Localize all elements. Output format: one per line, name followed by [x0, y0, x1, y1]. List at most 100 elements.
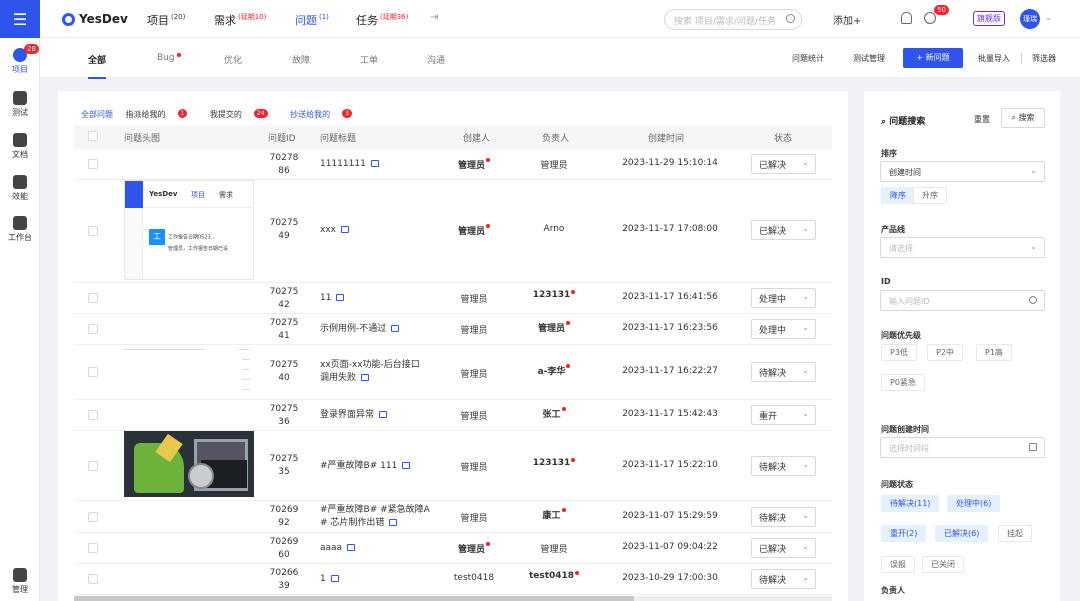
clock-icon[interactable]: [924, 12, 936, 24]
row-checkbox[interactable]: [88, 461, 98, 471]
issue-title[interactable]: xx页面-xx功能-后台接口 调用失败: [320, 359, 420, 385]
global-search-input[interactable]: 搜索 项目/需求/问题/任务: [664, 9, 802, 30]
nav-project[interactable]: 项目 (20): [147, 12, 185, 28]
status-select[interactable]: 待解决 ⌄: [751, 507, 816, 527]
scrollbar-thumb[interactable]: [74, 596, 634, 601]
table-row[interactable]: 70266 39 1 test0418 test0418 2023-10-29 1…: [74, 564, 832, 595]
issue-title[interactable]: xxx: [320, 224, 349, 237]
table-row[interactable]: YesDev 项目 需求 工工作报告日期0523... 管理员，工作报告日期已设 70…: [74, 180, 832, 283]
status-select[interactable]: 已解决 ⌄: [751, 538, 816, 558]
chevron-down-icon[interactable]: ⌄: [1045, 13, 1052, 22]
status-suspended[interactable]: 挂起: [998, 525, 1032, 542]
row-checkbox[interactable]: [88, 226, 98, 236]
nav-requirement[interactable]: 需求 (延期10): [214, 12, 266, 28]
tab-bug[interactable]: Bug: [157, 53, 181, 63]
status-select[interactable]: 处理中 ⌄: [751, 319, 816, 339]
row-checkbox[interactable]: [88, 159, 98, 169]
issue-thumbnail[interactable]: YesDev 项目 需求 工工作报告日期0523... 管理员，工作报告日期已设: [124, 180, 254, 280]
add-button[interactable]: 添加+: [833, 12, 861, 27]
tab-fault[interactable]: 故障: [292, 53, 310, 66]
menu-icon[interactable]: ☰: [0, 0, 40, 38]
test-management-button[interactable]: 测试管理: [853, 53, 885, 64]
status-resolved[interactable]: 已解决(6): [935, 525, 989, 542]
row-checkbox[interactable]: [88, 293, 98, 303]
rail-item-efficiency[interactable]: 效能: [0, 175, 40, 202]
export-icon[interactable]: ⇥: [430, 12, 438, 23]
horizontal-scrollbar[interactable]: [74, 596, 832, 601]
rail-item-test[interactable]: 测试: [0, 91, 40, 118]
issue-thumbnail[interactable]: [124, 345, 254, 393]
panel-search-button[interactable]: ⌕ 搜索: [1001, 108, 1045, 128]
issue-title[interactable]: #严重故障B# #紧急故障A # 芯片制作出错: [320, 504, 430, 530]
tab-optimize[interactable]: 优化: [224, 53, 242, 66]
rail-item-workbench[interactable]: 工作台: [0, 216, 40, 243]
row-checkbox[interactable]: [88, 574, 98, 584]
status-select[interactable]: 待解决 ⌄: [751, 569, 816, 589]
status-select[interactable]: 待解决 ⌄: [751, 362, 816, 382]
sort-select[interactable]: 创建时间 ⌄: [880, 161, 1045, 182]
product-select[interactable]: 请选择 ⌄: [880, 237, 1045, 258]
status-select[interactable]: 已解决 ⌄: [751, 154, 816, 174]
tab-all[interactable]: 全部: [88, 53, 107, 79]
priority-p0[interactable]: P0紧急: [881, 374, 925, 391]
status-pending[interactable]: 待解决(11): [881, 495, 940, 512]
status-select[interactable]: 已解决 ⌄: [751, 220, 816, 240]
row-checkbox[interactable]: [88, 324, 98, 334]
reset-button[interactable]: 重置: [974, 114, 990, 125]
issue-title[interactable]: 示例用例-不通过: [320, 323, 400, 336]
sort-desc-button[interactable]: 降序: [881, 187, 915, 204]
batch-import-button[interactable]: 批量导入: [978, 53, 1010, 64]
bell-icon[interactable]: [901, 12, 912, 24]
issue-title[interactable]: 1: [320, 573, 339, 586]
status-select[interactable]: 待解决 ⌄: [751, 456, 816, 476]
status-select[interactable]: 处理中 ⌄: [751, 288, 816, 308]
row-checkbox[interactable]: [88, 367, 98, 377]
id-input[interactable]: 输入问题ID: [880, 290, 1045, 311]
table-row[interactable]: 70275 41 示例用例-不通过 管理员 管理员 2023-11-17 16:2…: [74, 314, 832, 345]
issue-stats-button[interactable]: 问题统计: [792, 53, 824, 64]
table-row[interactable]: 70275 36 登录界面异常 管理员 张工 2023-11-17 15:42:4…: [74, 400, 832, 431]
row-checkbox[interactable]: [88, 410, 98, 420]
nav-task[interactable]: 任务 (延期36): [356, 12, 408, 28]
priority-p3[interactable]: P3低: [881, 344, 917, 361]
priority-p2[interactable]: P2中: [927, 344, 963, 361]
created-time-picker[interactable]: 选择时间段: [880, 437, 1045, 458]
status-closed[interactable]: 已关闭: [922, 556, 964, 573]
row-checkbox[interactable]: [88, 512, 98, 522]
filter-all[interactable]: 全部问题: [81, 110, 113, 119]
issue-title[interactable]: 11111111: [320, 158, 379, 171]
status-false-report[interactable]: 误报: [881, 556, 915, 573]
table-row[interactable]: 70278 86 11111111 管理员 管理员 2023-11-29 15:1…: [74, 149, 832, 180]
nav-issue[interactable]: 问题 (1): [295, 12, 329, 28]
status-select[interactable]: 重开 ⌄: [751, 405, 816, 425]
filter-submitted[interactable]: 我提交的 24: [210, 109, 278, 119]
table-row[interactable]: 70269 92 #严重故障B# #紧急故障A # 芯片制作出错 管理员 康工 20…: [74, 501, 832, 533]
tab-communication[interactable]: 沟通: [427, 53, 445, 66]
table-row[interactable]: 70275 42 11 管理员 123131 2023-11-17 16:41:5…: [74, 283, 832, 314]
select-all-checkbox[interactable]: [88, 131, 98, 141]
issue-title[interactable]: 登录界面异常: [320, 409, 388, 422]
issue-thumbnail[interactable]: [124, 431, 254, 497]
issue-title[interactable]: #严重故障B# 111: [320, 460, 411, 473]
avatar[interactable]: 瑾瑞: [1020, 9, 1040, 29]
priority-p1[interactable]: P1高: [976, 344, 1012, 361]
logo[interactable]: YesDev: [62, 12, 128, 26]
filter-button[interactable]: 筛选器: [1032, 53, 1056, 64]
row-checkbox[interactable]: [88, 543, 98, 553]
tab-ticket[interactable]: 工单: [360, 53, 378, 66]
column-header[interactable]: 创建时间: [648, 131, 684, 144]
table-row[interactable]: 70275 35 #严重故障B# 111 管理员 123131 2023-11-1…: [74, 431, 832, 501]
column-header[interactable]: 问题ID: [268, 131, 296, 144]
new-issue-button[interactable]: + 新问题: [903, 48, 963, 68]
sort-asc-button[interactable]: 升序: [913, 187, 947, 204]
table-row[interactable]: 70269 60 aaaa 管理员 管理员 2023-11-07 09:04:22…: [74, 533, 832, 564]
rail-item-admin[interactable]: 管理: [0, 568, 40, 595]
issue-title[interactable]: 11: [320, 292, 345, 305]
filter-assigned[interactable]: 指派给我的 1: [126, 109, 198, 119]
rail-item-project[interactable]: 28 项目: [0, 44, 40, 75]
status-processing[interactable]: 处理中(6): [947, 495, 1001, 512]
rail-item-docs[interactable]: 文档: [0, 133, 40, 160]
issue-title[interactable]: aaaa: [320, 542, 356, 555]
status-reopened[interactable]: 重开(2): [881, 525, 927, 542]
table-row[interactable]: 70275 40 xx页面-xx功能-后台接口 调用失败 管理员 a-李华 2023…: [74, 345, 832, 400]
